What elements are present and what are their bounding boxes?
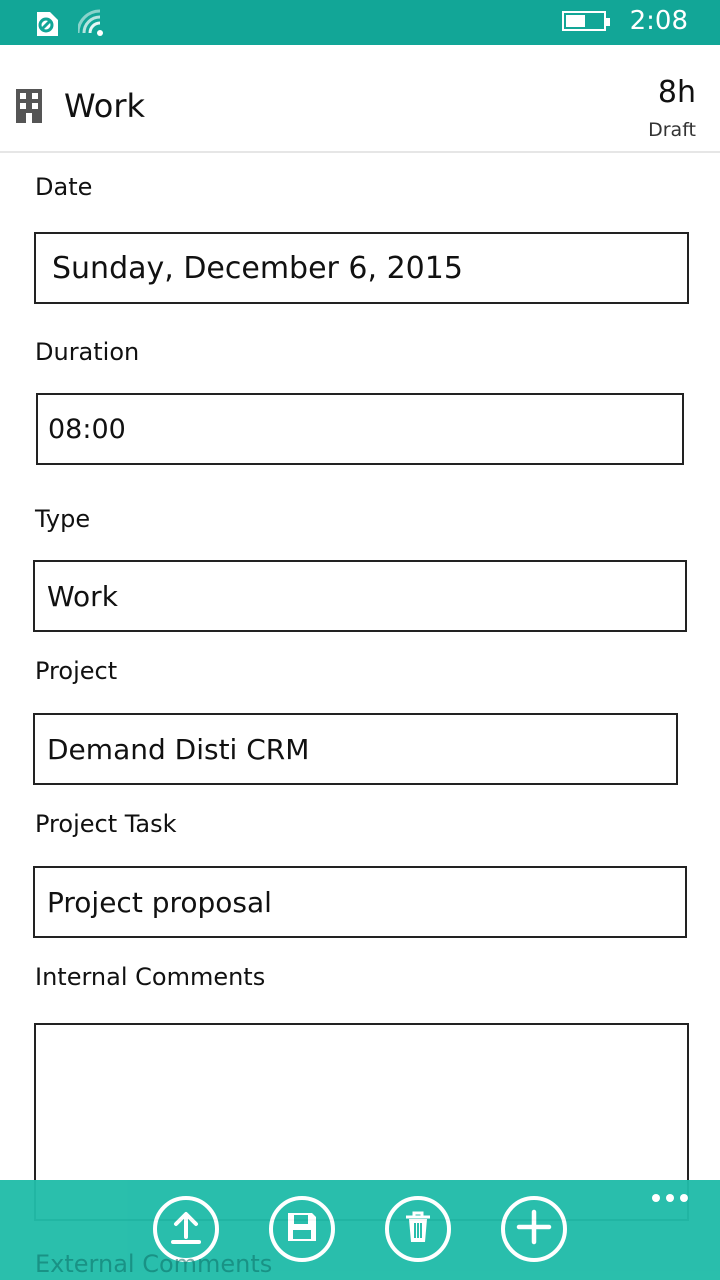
- page-header: Work 8h Draft: [0, 45, 720, 153]
- duration-field[interactable]: 08:00: [36, 393, 684, 465]
- project-task-label: Project Task: [35, 810, 177, 838]
- project-task-field[interactable]: Project proposal: [33, 866, 687, 938]
- battery-icon: [561, 11, 610, 31]
- internal-comments-label: Internal Comments: [35, 963, 266, 991]
- status-time: 2:08: [629, 6, 688, 36]
- add-icon: [516, 1209, 552, 1250]
- sync-icon: [32, 10, 60, 43]
- type-value: Work: [47, 579, 118, 613]
- delete-button[interactable]: [385, 1196, 451, 1262]
- save-icon: [286, 1211, 318, 1248]
- status-bar: 2:08: [0, 0, 720, 45]
- date-field[interactable]: Sunday, December 6, 2015: [34, 232, 689, 304]
- more-icon[interactable]: [652, 1194, 688, 1202]
- save-button[interactable]: [269, 1196, 335, 1262]
- page-title: Work: [64, 87, 146, 125]
- date-value: Sunday, December 6, 2015: [52, 250, 463, 286]
- project-field[interactable]: Demand Disti CRM: [33, 713, 678, 785]
- duration-label: Duration: [35, 338, 140, 366]
- delete-icon: [403, 1210, 433, 1249]
- type-field[interactable]: Work: [33, 560, 687, 632]
- project-value: Demand Disti CRM: [47, 732, 310, 766]
- duration-value: 08:00: [48, 413, 126, 445]
- wifi-icon: [76, 9, 108, 44]
- upload-icon: [169, 1209, 203, 1250]
- date-label: Date: [35, 173, 93, 201]
- project-label: Project: [35, 657, 118, 685]
- type-label: Type: [35, 505, 91, 533]
- project-task-value: Project proposal: [47, 885, 272, 919]
- status-badge: Draft: [648, 119, 696, 141]
- hours-value: 8h: [657, 75, 696, 110]
- add-button[interactable]: [501, 1196, 567, 1262]
- external-comments-label: External Comments: [35, 1250, 273, 1278]
- building-icon: [16, 89, 42, 123]
